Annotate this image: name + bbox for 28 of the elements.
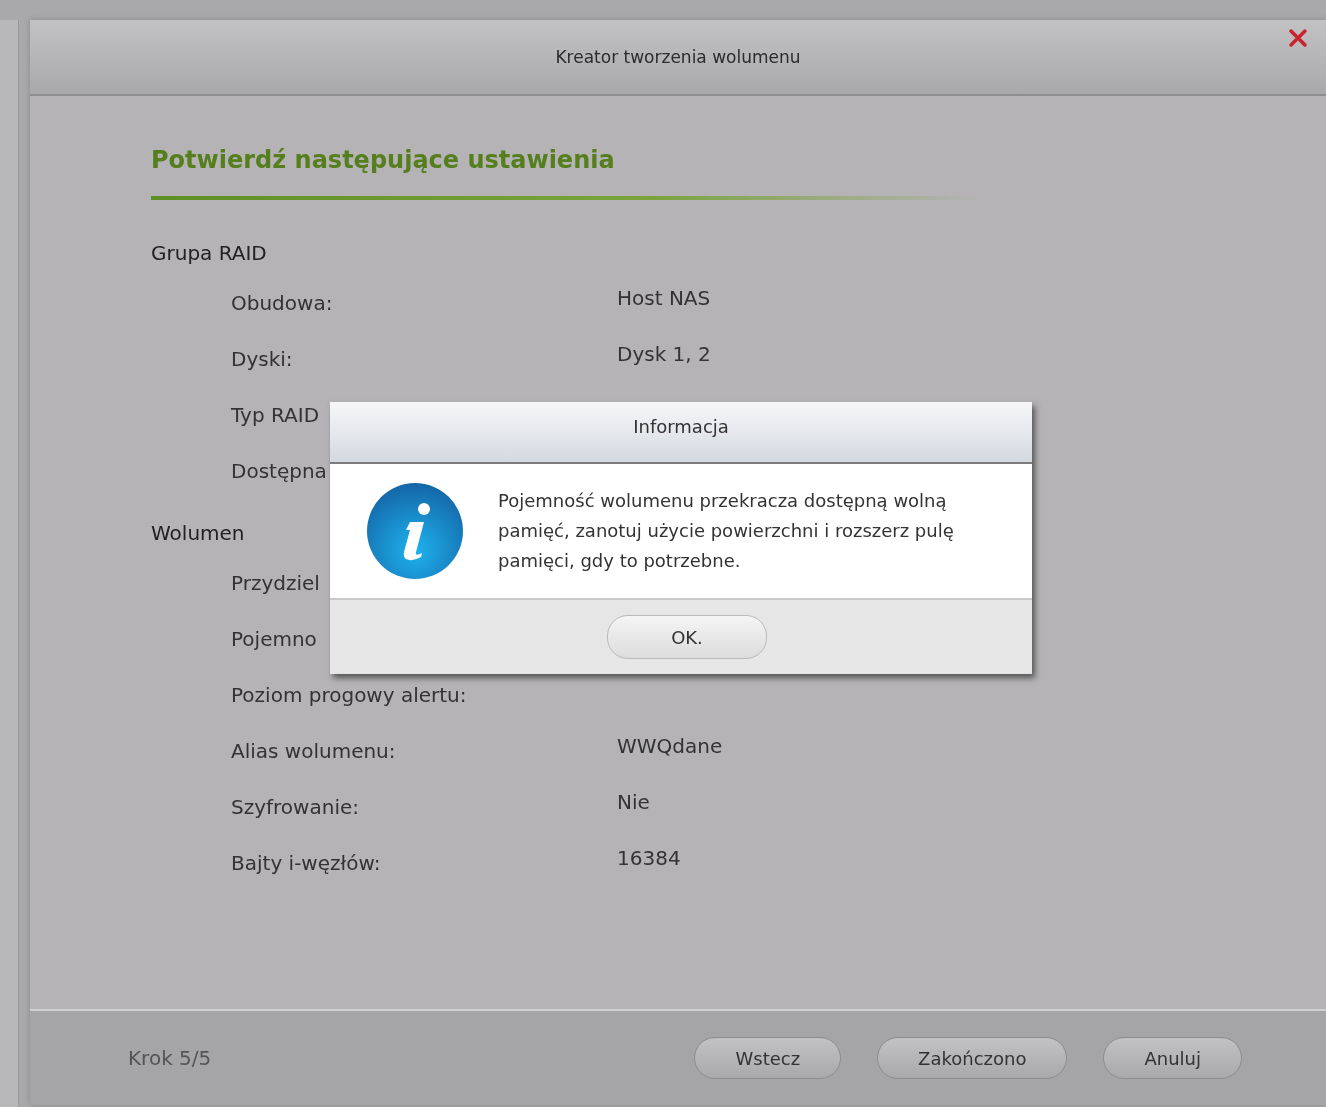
dialog-title: Informacja bbox=[633, 416, 729, 439]
setting-label: Dostępna bbox=[231, 459, 327, 483]
setting-value: 16384 bbox=[617, 846, 681, 870]
info-icon bbox=[366, 482, 464, 580]
setting-label: Przydziel bbox=[231, 571, 320, 595]
setting-label: Alias wolumenu: bbox=[231, 739, 396, 763]
group-title: Wolumen bbox=[151, 521, 245, 545]
setting-label: Szyfrowanie: bbox=[231, 795, 359, 819]
ok-button[interactable]: OK. bbox=[607, 615, 767, 659]
window-title: Kreator tworzenia wolumenu bbox=[555, 47, 801, 67]
section-heading: Potwierdź następujące ustawienia bbox=[151, 146, 616, 174]
footer-button[interactable]: Anuluj bbox=[1103, 1037, 1242, 1079]
setting-value: Dysk 1, 2 bbox=[617, 342, 711, 366]
setting-label: Dyski: bbox=[231, 347, 293, 371]
setting-value: WWQdane bbox=[617, 734, 723, 758]
setting-label: Pojemno bbox=[231, 627, 317, 651]
footer-button[interactable]: Zakończono bbox=[877, 1037, 1068, 1079]
setting-value: Nie bbox=[617, 790, 650, 814]
setting-label: Bajty i-węzłów: bbox=[231, 851, 381, 875]
close-icon[interactable] bbox=[1288, 28, 1308, 48]
group-title: Grupa RAID bbox=[151, 241, 267, 265]
dialog-message: Pojemność wolumenu przekracza dostępną wolną pamięć, zanotuj użycie powierzchni i rozszerz pulę pamięci, gdy to potrzebne. bbox=[498, 489, 955, 573]
step-indicator: Krok 5/5 bbox=[128, 1046, 213, 1070]
setting-label: Typ RAID bbox=[231, 403, 320, 427]
setting-value: Host NAS bbox=[617, 286, 711, 310]
setting-label: Obudowa: bbox=[231, 291, 333, 315]
footer-button[interactable]: Wstecz bbox=[694, 1037, 842, 1079]
setting-label: Poziom progowy alertu: bbox=[231, 683, 467, 707]
